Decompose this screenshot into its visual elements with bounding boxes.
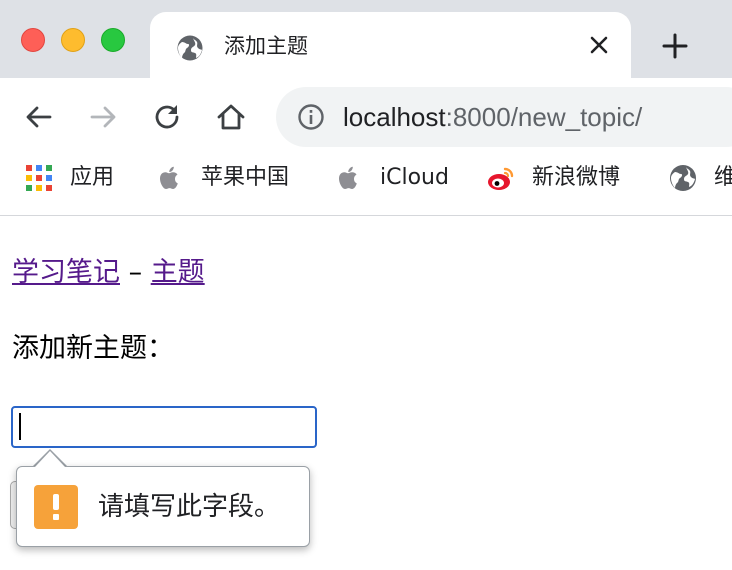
globe-icon [177,35,203,61]
address-bar[interactable]: localhost:8000/new_topic/ [276,87,732,147]
form-label: 添加新主题： [12,333,174,364]
validation-message: 请填写此字段。 [98,492,281,522]
apps-grid-icon [26,165,52,191]
close-window-button[interactable] [21,28,45,52]
home-button[interactable] [214,100,248,134]
tab-strip: 添加主题 [0,0,732,78]
bookmark-icloud[interactable]: iCloud [334,163,449,193]
page-header: 学习笔记 – 主题 [12,254,205,292]
bookmarks-bar: 应用 苹果中国 iCloud 新浪微博 维 [0,155,732,216]
bookmark-label: 应用 [70,165,115,190]
site-info-icon[interactable] [297,103,325,131]
text-caret [19,413,21,440]
globe-icon [670,165,696,191]
zoom-window-button[interactable] [101,28,125,52]
header-separator: – [128,257,143,288]
validation-bubble: 请填写此字段。 [16,466,310,547]
home-link[interactable]: 学习笔记 [12,257,120,288]
url-text: localhost:8000/new_topic/ [343,100,642,134]
minimize-window-button[interactable] [61,28,85,52]
reload-button[interactable] [150,100,184,134]
active-tab[interactable]: 添加主题 [150,12,631,78]
bookmark-label: iCloud [380,165,449,190]
new-tab-button[interactable] [660,31,690,61]
weibo-icon [488,167,514,190]
bookmark-label: 维 [714,165,732,190]
bookmark-label: 新浪微博 [532,165,621,190]
apple-icon [339,166,357,189]
bookmark-apple-china[interactable]: 苹果中国 [155,163,289,193]
tab-title: 添加主题 [224,34,308,58]
validation-bubble-arrow-fill [35,451,65,467]
topic-text-input[interactable] [11,406,317,448]
bookmark-apps[interactable]: 应用 [24,163,114,193]
bookmark-weibo[interactable]: 新浪微博 [486,163,620,193]
url-host: localhost [343,102,446,132]
close-tab-icon[interactable] [586,32,612,58]
page-content: 学习笔记 – 主题 添加新主题： 请填写此字段。 [0,216,732,570]
url-path: :8000/new_topic/ [445,102,643,132]
forward-button[interactable] [86,100,120,134]
back-button[interactable] [22,100,56,134]
warning-icon [34,485,78,529]
topics-link[interactable]: 主题 [151,257,205,288]
apple-icon [160,166,178,189]
browser-toolbar: localhost:8000/new_topic/ [0,78,732,155]
bookmark-wiki[interactable]: 维 [668,163,732,193]
bookmark-label: 苹果中国 [201,165,290,190]
